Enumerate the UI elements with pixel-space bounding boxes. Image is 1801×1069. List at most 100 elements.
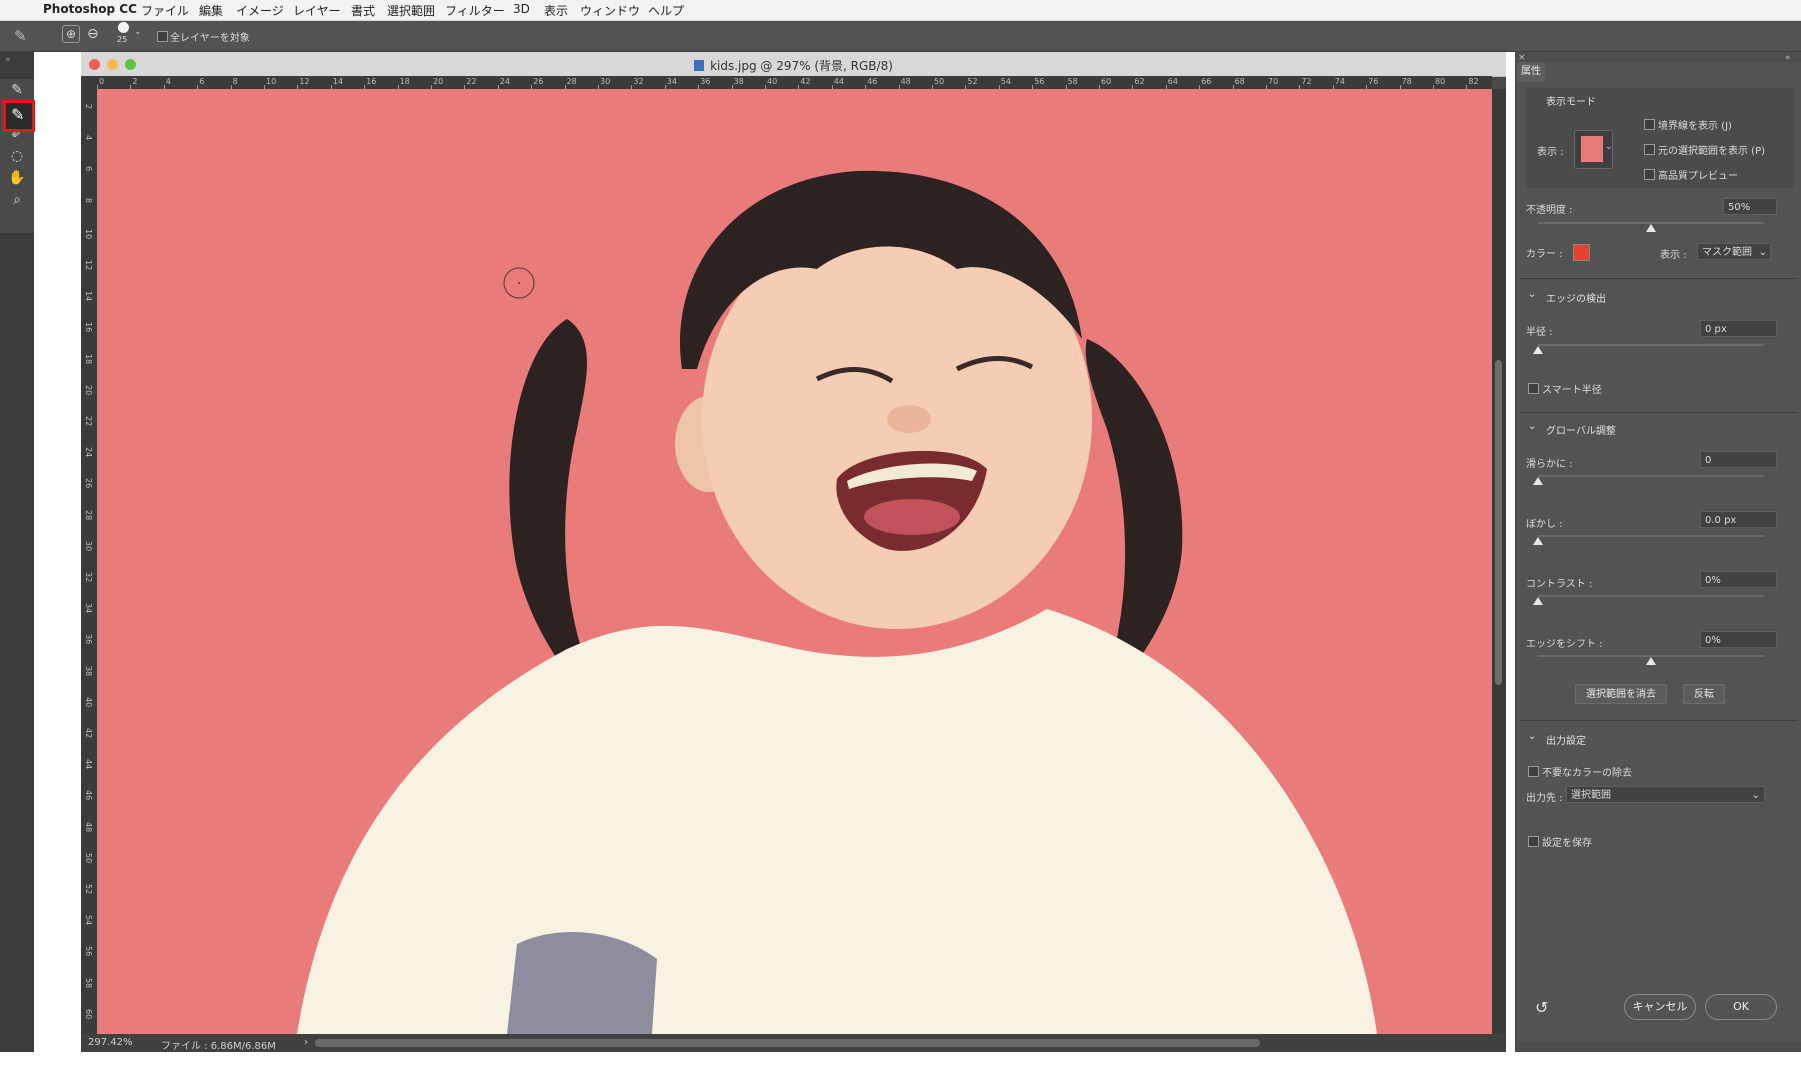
radius-field[interactable]: 0 px	[1700, 320, 1777, 337]
document-title: kids.jpg @ 297% (背景, RGB/8)	[81, 57, 1506, 74]
menu-select[interactable]: 選択範囲	[387, 2, 435, 19]
ruler-tick: 42	[84, 728, 93, 739]
ruler-tick: 56	[84, 946, 93, 957]
clear-selection-button[interactable]: 選択範囲を消去	[1575, 684, 1667, 704]
ruler-tick: 6	[199, 77, 205, 86]
ruler-tick: 0	[99, 77, 105, 86]
zoom-icon[interactable]: ⌕	[5, 189, 29, 211]
ruler-tick: 16	[84, 322, 93, 333]
shift-edge-field[interactable]: 0%	[1700, 631, 1777, 648]
document-titlebar[interactable]: kids.jpg @ 297% (背景, RGB/8)	[81, 52, 1506, 77]
ruler-tick: 30	[600, 77, 611, 86]
edge-detection-header[interactable]: エッジの検出	[1546, 290, 1606, 305]
show-original-checkbox[interactable]	[1644, 144, 1655, 155]
ruler-tick: 32	[633, 77, 644, 86]
view-label: 表示 :	[1537, 147, 1564, 158]
refine-edge-brush-tool[interactable]: ✎	[3, 100, 35, 132]
ruler-tick: 70	[1268, 77, 1279, 86]
menu-view[interactable]: 表示	[544, 2, 568, 19]
ruler-tick: 24	[499, 77, 510, 86]
invert-button[interactable]: 反転	[1683, 684, 1725, 704]
collapse-icon[interactable]: »	[5, 55, 11, 65]
subtract-icon[interactable]: ⊖	[87, 26, 99, 42]
tab-properties[interactable]: 属性	[1517, 62, 1545, 82]
menu-help[interactable]: ヘルプ	[648, 2, 684, 19]
app-menu[interactable]: Photoshop CC	[43, 2, 137, 16]
contrast-field[interactable]: 0%	[1700, 571, 1777, 588]
remember-settings-checkbox[interactable]	[1528, 836, 1539, 847]
menu-file[interactable]: ファイル	[141, 2, 189, 19]
ruler-tick: 16	[366, 77, 377, 86]
radius-slider[interactable]	[1533, 346, 1543, 354]
shift-edge-slider[interactable]	[1646, 657, 1656, 665]
ruler-tick: 18	[84, 353, 93, 364]
chevron-down-icon[interactable]: ⌄	[134, 27, 142, 37]
ruler-tick: 72	[1301, 77, 1312, 86]
high-quality-checkbox[interactable]	[1644, 169, 1655, 180]
chevron-down-icon: ⌄	[1751, 790, 1760, 801]
add-icon[interactable]: ⊕	[62, 25, 80, 43]
divider	[1520, 720, 1798, 721]
ruler-tick: 6	[84, 166, 93, 172]
menu-edit[interactable]: 編集	[199, 2, 223, 19]
ruler-tick: 12	[84, 260, 93, 271]
zoom-level[interactable]: 297.42%	[88, 1037, 133, 1048]
color-view-select[interactable]: マスク範囲 ⌄	[1697, 243, 1771, 260]
lasso-icon[interactable]: ◌	[5, 145, 29, 167]
show-edge-checkbox[interactable]	[1644, 119, 1655, 130]
opacity-slider[interactable]	[1646, 224, 1656, 232]
menu-image[interactable]: イメージ	[236, 2, 284, 19]
hand-icon[interactable]: ✋	[5, 167, 29, 189]
ruler-tick: 46	[867, 77, 878, 86]
vertical-scroll-thumb[interactable]	[1495, 360, 1502, 685]
brush-size: 25	[117, 35, 128, 44]
opacity-label: 不透明度 :	[1526, 205, 1573, 216]
global-adjust-header[interactable]: グローバル調整	[1546, 422, 1616, 437]
ruler-tick: 74	[1334, 77, 1345, 86]
status-menu-arrow[interactable]: ›	[304, 1037, 308, 1048]
brush-preview-icon[interactable]	[118, 22, 129, 33]
chevron-down-icon[interactable]: ⌄	[1528, 731, 1536, 742]
ruler-tick: 62	[1134, 77, 1145, 86]
ok-button[interactable]: OK	[1705, 994, 1777, 1020]
output-to-value: 選択範囲	[1571, 790, 1611, 801]
horizontal-scroll-thumb[interactable]	[315, 1039, 1260, 1047]
quick-selection-icon[interactable]: ✎	[5, 79, 29, 101]
ruler-tick: 28	[566, 77, 577, 86]
feather-slider[interactable]	[1533, 537, 1543, 545]
view-mode-dropdown[interactable]: ⌄	[1574, 130, 1613, 169]
vertical-ruler: 2 4 6 8 10 12 14 16 18 20 22 24 26 28 30 32 34 36 38 40 42 44…	[81, 76, 97, 1034]
output-to-select[interactable]: 選択範囲 ⌄	[1566, 786, 1765, 803]
ruler-tick: 24	[84, 447, 93, 458]
refine-edge-brush-icon[interactable]: ✎	[14, 27, 27, 45]
smooth-field[interactable]: 0	[1700, 451, 1777, 468]
color-swatch[interactable]	[1573, 244, 1590, 261]
feather-field[interactable]: 0.0 px	[1700, 511, 1777, 528]
smart-radius-checkbox[interactable]	[1528, 383, 1539, 394]
file-icon	[694, 60, 705, 71]
reset-icon[interactable]: ↺	[1535, 998, 1548, 1017]
menu-window[interactable]: ウィンドウ	[580, 2, 640, 19]
ruler-tick: 20	[84, 384, 93, 395]
contrast-slider[interactable]	[1533, 597, 1543, 605]
ruler-tick: 50	[84, 852, 93, 863]
smooth-slider[interactable]	[1533, 477, 1543, 485]
contrast-label: コントラスト :	[1526, 579, 1593, 590]
cancel-button[interactable]: キャンセル	[1624, 994, 1696, 1020]
brush-cursor-center	[518, 282, 520, 284]
menu-type[interactable]: 書式	[351, 2, 375, 19]
image-canvas[interactable]	[97, 89, 1492, 1034]
decontaminate-checkbox[interactable]	[1528, 766, 1539, 777]
ruler-tick: 28	[84, 509, 93, 520]
menu-layer[interactable]: レイヤー	[293, 2, 341, 19]
menu-3d[interactable]: 3D	[513, 2, 530, 16]
menu-bar: Photoshop CC ファイル 編集 イメージ レイヤー 書式 選択範囲 フ…	[0, 0, 1801, 21]
output-settings-header[interactable]: 出力設定	[1546, 732, 1586, 747]
opacity-field[interactable]: 50%	[1723, 198, 1777, 215]
chevron-down-icon[interactable]: ⌄	[1528, 289, 1536, 300]
menu-filter[interactable]: フィルター	[445, 2, 505, 19]
sample-all-layers-checkbox[interactable]	[157, 31, 168, 42]
chevron-down-icon[interactable]: ⌄	[1528, 421, 1536, 432]
ruler-tick: 10	[84, 228, 93, 239]
ruler-tick: 20	[433, 77, 444, 86]
